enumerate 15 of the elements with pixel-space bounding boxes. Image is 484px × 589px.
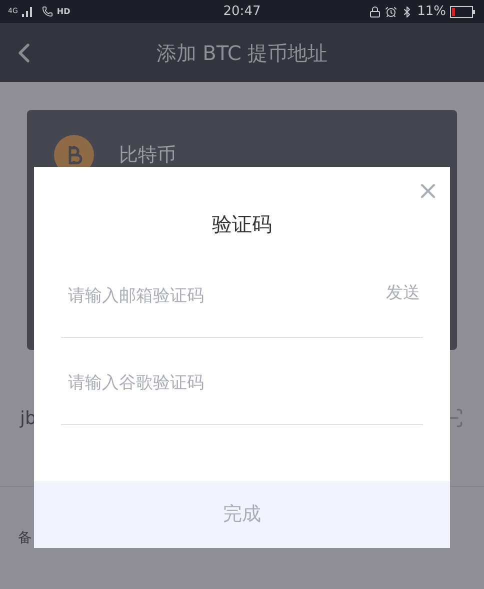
hd-label: HD (56, 6, 70, 18)
signal-icon (22, 6, 34, 17)
done-button[interactable]: 完成 (34, 481, 450, 548)
rotation-lock-icon (369, 6, 382, 18)
alarm-icon (385, 6, 398, 18)
input-field[interactable]: 请输入谷歌验证码 (61, 338, 423, 425)
phone-icon (42, 6, 53, 17)
dialog-title: 验证码 (211, 211, 273, 238)
note-label: 备 (18, 530, 32, 546)
coin-name: 比特币 (119, 143, 176, 168)
battery-percent: 11% (417, 2, 446, 21)
page-title: 添加 BTC 提币地址 (156, 40, 328, 66)
clock-time: 20:47 (222, 2, 262, 21)
battery-icon (450, 6, 476, 18)
send-button[interactable]: 发送 (386, 281, 420, 306)
